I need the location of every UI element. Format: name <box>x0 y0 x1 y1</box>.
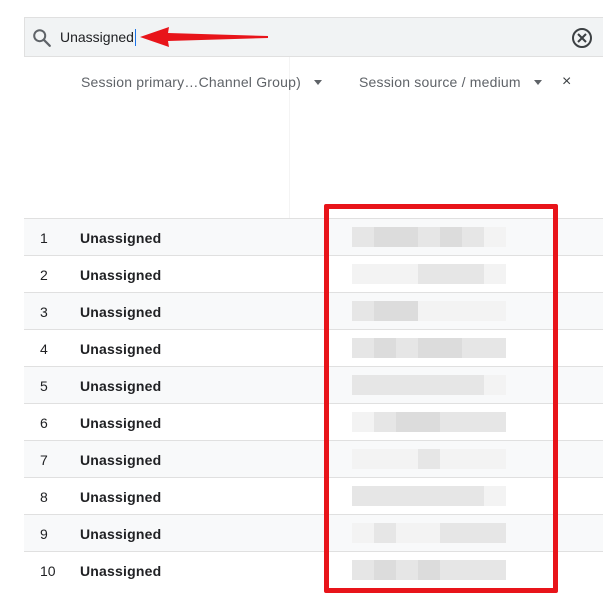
caret-down-icon[interactable] <box>533 79 542 85</box>
row-index: 1 <box>40 230 48 246</box>
channel-group-value: Unassigned <box>80 304 162 320</box>
search-icon <box>33 29 51 47</box>
channel-group-value: Unassigned <box>80 378 162 394</box>
primary-dimension-label: Session primary…Channel Group) <box>81 74 301 90</box>
row-index: 6 <box>40 415 48 431</box>
channel-group-value: Unassigned <box>80 341 162 357</box>
row-index: 7 <box>40 452 48 468</box>
row-index: 8 <box>40 489 48 505</box>
row-index: 2 <box>40 267 48 283</box>
column-headers: Session primary…Channel Group) Session s… <box>24 57 603 218</box>
row-index: 3 <box>40 304 48 320</box>
channel-group-value: Unassigned <box>80 415 162 431</box>
remove-secondary-dimension-button[interactable]: × <box>562 73 571 91</box>
caret-down-icon[interactable] <box>313 79 322 85</box>
secondary-dimension-label: Session source / medium <box>359 74 521 90</box>
channel-group-value: Unassigned <box>80 489 162 505</box>
search-bar[interactable]: Unassigned <box>24 17 603 57</box>
row-index: 10 <box>40 563 56 579</box>
channel-group-value: Unassigned <box>80 452 162 468</box>
row-index: 9 <box>40 526 48 542</box>
red-arrow-annotation <box>140 27 268 47</box>
channel-group-value: Unassigned <box>80 563 162 579</box>
row-index: 4 <box>40 341 48 357</box>
primary-dimension-header[interactable]: Session primary…Channel Group) <box>81 74 322 90</box>
secondary-dimension-header[interactable]: Session source / medium <box>359 74 542 90</box>
channel-group-value: Unassigned <box>80 230 162 246</box>
clear-circle-icon[interactable] <box>570 26 594 50</box>
row-index: 5 <box>40 378 48 394</box>
search-input[interactable]: Unassigned <box>60 29 136 46</box>
channel-group-value: Unassigned <box>80 267 162 283</box>
red-highlight-box <box>324 204 558 593</box>
channel-group-value: Unassigned <box>80 526 162 542</box>
